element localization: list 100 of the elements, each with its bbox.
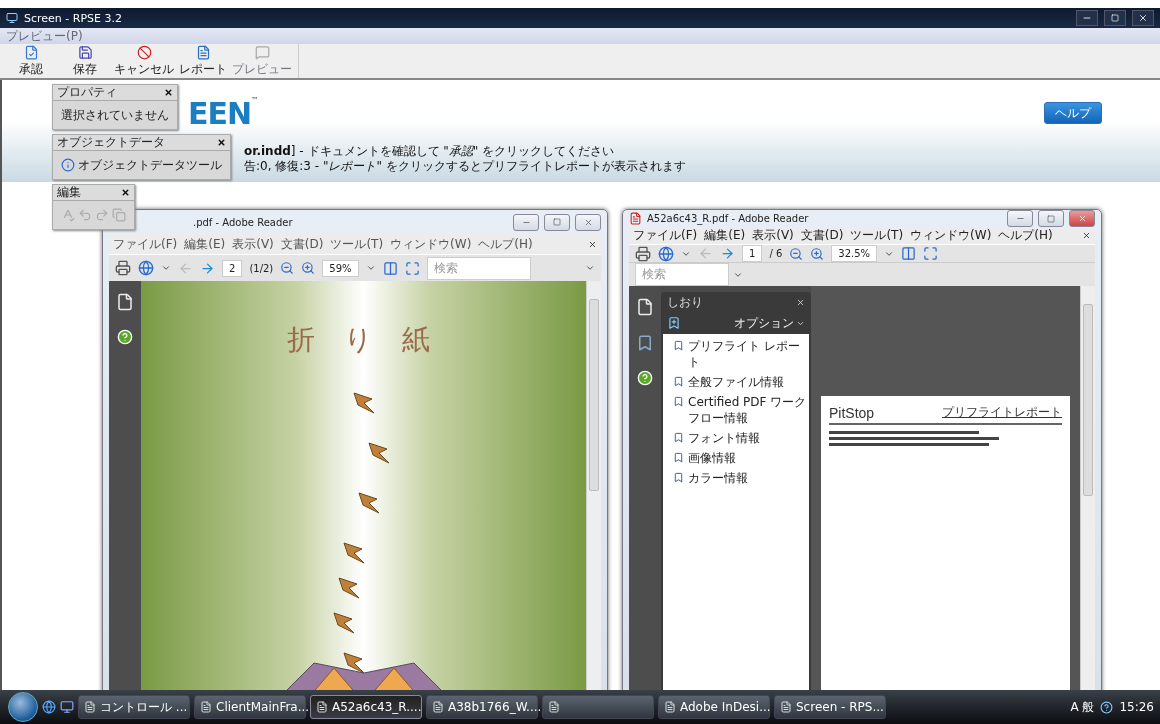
minimize-button[interactable]	[513, 213, 539, 231]
menu-item[interactable]: 表示(V)	[232, 235, 274, 253]
object-data-tool[interactable]: オブジェクトデータツール	[78, 156, 222, 174]
help-icon[interactable]	[117, 329, 133, 345]
taskbar-button[interactable]: ClientMainFra...	[194, 695, 306, 719]
page-number-field[interactable]: 2	[222, 259, 243, 277]
zoom-field[interactable]: 59%	[322, 259, 359, 277]
taskbar-button[interactable]	[542, 695, 654, 719]
document-icon	[84, 701, 96, 713]
taskbar-button[interactable]: A52a6c43_R....	[310, 695, 422, 719]
bookmark-item[interactable]: 全般ファイル情報	[688, 374, 784, 390]
zoom-in-icon	[301, 261, 316, 275]
menu-item[interactable]: 文書(D)	[800, 227, 844, 244]
bookmark-item[interactable]: Certified PDF ワークフロー情報	[688, 394, 807, 426]
menu-item[interactable]: ファイル(F)	[633, 227, 698, 244]
toolbar-button[interactable]: レポート	[176, 44, 230, 78]
toolbar-button[interactable]: キャンセル	[112, 44, 176, 78]
app-icon	[6, 12, 18, 24]
toolbar-button[interactable]: 承認	[4, 44, 58, 78]
maximize-button[interactable]	[544, 213, 570, 231]
taskbar-button[interactable]: Adobe InDesi...	[658, 695, 770, 719]
taskbar-button[interactable]: A38b1766_W....	[426, 695, 538, 719]
panel-title: しおり	[667, 293, 703, 311]
menu-item[interactable]: ツール(T)	[330, 235, 384, 253]
zoom-out-icon	[280, 261, 295, 275]
menu-item[interactable]: 編集(E)	[704, 227, 746, 244]
printer-icon	[115, 260, 131, 276]
close-icon[interactable]	[164, 88, 173, 97]
close-icon	[1138, 13, 1148, 23]
caret-icon	[161, 263, 171, 273]
maximize-icon	[1047, 214, 1055, 223]
close-icon	[583, 217, 593, 227]
fit-page-icon	[923, 246, 939, 261]
zoom-in-icon	[810, 246, 825, 261]
panel-title: 編集	[57, 184, 81, 201]
ime-indicator[interactable]: A 般	[1070, 698, 1095, 716]
close-icon	[588, 239, 597, 249]
cover-title: 折 り 紙	[287, 322, 440, 358]
scrollbar-thumb[interactable]	[1083, 304, 1093, 496]
menu-item[interactable]: ファイル(F)	[113, 235, 178, 253]
options-button[interactable]: オプション	[734, 314, 805, 332]
close-icon	[1082, 231, 1091, 240]
bookmark-icon	[673, 340, 684, 351]
close-icon[interactable]	[121, 188, 130, 197]
window-title: Screen - RPSE 3.2	[24, 11, 123, 25]
scrollbar-thumb[interactable]	[589, 299, 599, 491]
menu-item[interactable]: ツール(T)	[850, 227, 904, 244]
maximize-button[interactable]	[1038, 210, 1064, 227]
previous-page-icon	[178, 260, 193, 276]
redo-icon	[95, 208, 109, 222]
clock: 15:26	[1119, 700, 1154, 714]
page-icon	[636, 298, 654, 316]
bookmark-item[interactable]: カラー情報	[688, 470, 748, 486]
fit-page-icon	[404, 260, 420, 276]
page-number-field[interactable]: 1	[742, 245, 763, 262]
start-button[interactable]	[8, 692, 38, 722]
help-icon[interactable]	[637, 370, 653, 386]
maximize-icon	[553, 218, 561, 226]
maximize-button[interactable]	[1104, 10, 1126, 26]
toolbar-button[interactable]: 保存	[58, 44, 112, 78]
panel-title: オブジェクトデータ	[57, 134, 165, 151]
save-icon	[77, 44, 93, 60]
columns-icon	[382, 260, 398, 276]
menu-item[interactable]: ヘルプ(H)	[478, 235, 533, 253]
taskbar-button[interactable]: コントロール ...	[78, 695, 190, 719]
taskbar-button[interactable]: Screen - RPS...	[774, 695, 886, 719]
close-icon	[796, 297, 805, 307]
info-icon	[61, 158, 75, 172]
document-icon	[432, 701, 444, 713]
menu-item[interactable]: ウィンドウ(W)	[390, 235, 472, 253]
menu-item[interactable]: 文書(D)	[280, 235, 324, 253]
bookmark-item[interactable]: プリフライト レポート	[688, 338, 807, 370]
spell-check-icon	[61, 208, 75, 222]
menu-item[interactable]: 表示(V)	[752, 227, 794, 244]
close-icon[interactable]	[217, 138, 226, 147]
copy-icon	[112, 208, 126, 222]
bookmark-item[interactable]: 画像情報	[688, 450, 736, 466]
file-check-icon	[23, 44, 39, 60]
close-button[interactable]	[1132, 10, 1154, 26]
document-icon	[200, 701, 212, 713]
next-page-icon	[720, 246, 735, 261]
bookmark-icon	[673, 396, 684, 407]
minimize-button[interactable]	[1076, 10, 1098, 26]
caret-icon	[365, 263, 376, 273]
minimize-button[interactable]	[1007, 210, 1033, 227]
bookmark-icon	[673, 376, 684, 387]
help-button[interactable]: ヘルプ	[1044, 102, 1102, 124]
zoom-out-icon	[789, 246, 804, 261]
previous-page-icon	[698, 246, 713, 261]
document-icon	[316, 701, 328, 713]
brand-name: PitStop	[829, 405, 875, 421]
status-message: 告:0, 修復:3 - "レポート" をクリックするとプリフライトレポートが表示されます	[244, 159, 686, 174]
menu-item[interactable]: 編集(E)	[184, 235, 226, 253]
menu-item[interactable]: ヘルプ(H)	[998, 227, 1053, 244]
zoom-field[interactable]: 32.5%	[831, 245, 878, 262]
menu-item[interactable]: ウィンドウ(W)	[910, 227, 992, 244]
new-bookmark-icon	[667, 316, 681, 330]
cancel-icon	[136, 44, 152, 60]
document-icon	[195, 44, 211, 60]
bookmark-item[interactable]: フォント情報	[688, 430, 760, 446]
